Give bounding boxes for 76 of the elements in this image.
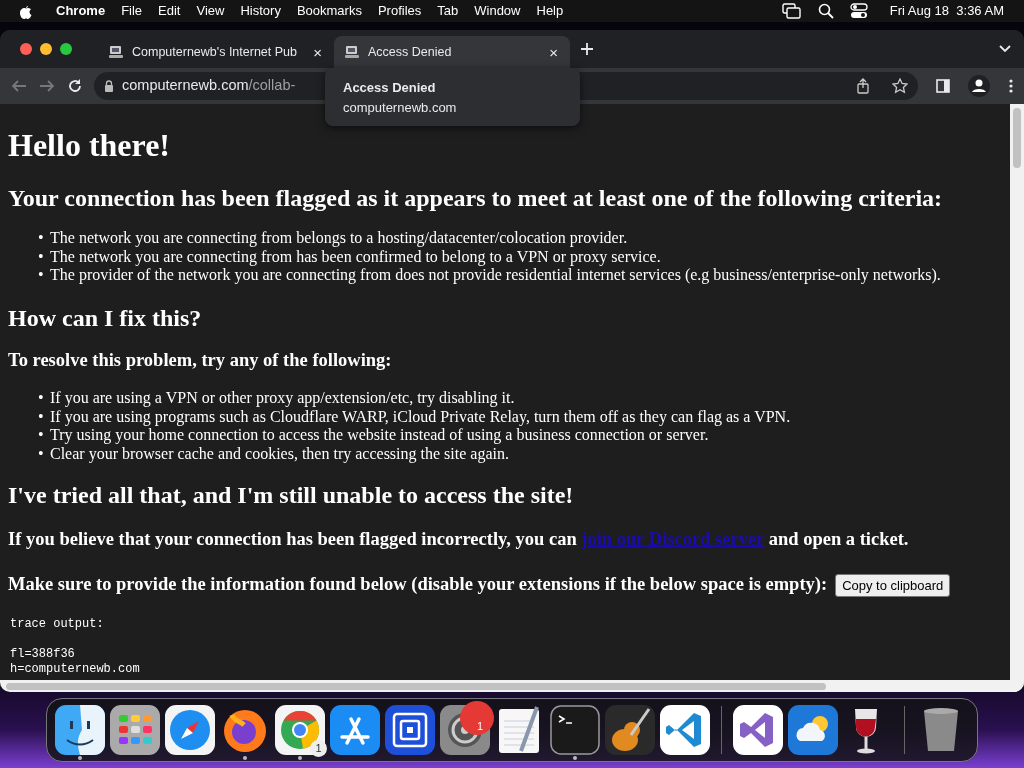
more-menu-icon[interactable]: [1008, 78, 1014, 94]
menu-item[interactable]: History: [232, 1, 289, 21]
copy-button[interactable]: Copy to clipboard: [835, 573, 951, 598]
list-item: If you are using programs such as Cloudflare WARP, iCloud Private Relay, turn them off as they can flag as a VPN.: [50, 407, 791, 427]
notification-badge: 1: [310, 740, 327, 757]
section-heading: How can I fix this?: [8, 304, 203, 334]
horizontal-scrollbar[interactable]: [0, 680, 1024, 692]
bookmark-star-icon[interactable]: [892, 78, 908, 94]
computer-icon: [108, 44, 124, 60]
bullet-marker: •: [38, 229, 45, 248]
section-heading: Your connection has been flagged as it appears to meet at least one of the following criteria:: [8, 184, 944, 214]
ticket-paragraph: If you believe that your connection has been flagged incorrectly, you can join our Discord server and open a ticket.: [8, 527, 910, 551]
trace-label: trace output:: [10, 617, 105, 633]
bullet-marker: •: [38, 247, 45, 266]
reload-icon[interactable]: [66, 77, 84, 95]
trace-line: fl=388f36: [10, 647, 76, 663]
smiling-face-icon[interactable]: [55, 705, 105, 755]
list-item: The network you are connecting from has been confirmed to belong to a VPN or proxy service.: [50, 247, 661, 266]
infinity-ribbon-icon[interactable]: [733, 705, 783, 755]
menu-item[interactable]: Window: [466, 1, 529, 21]
app-store-icon[interactable]: [330, 705, 380, 755]
instruction-text: Make sure to provide the information found below (disable your extensions if the below space is empty):: [8, 573, 828, 597]
apple-logo-icon[interactable]: [18, 3, 32, 19]
control-center-icon[interactable]: [849, 3, 868, 19]
menu-item[interactable]: Bookmarks: [288, 1, 370, 21]
back-icon[interactable]: [10, 78, 28, 94]
subheading: To resolve this problem, try any of the following:: [8, 349, 393, 372]
new-tab-icon[interactable]: [580, 42, 594, 56]
app-menu[interactable]: Chrome: [48, 1, 114, 21]
ribbon-cross-icon[interactable]: [660, 705, 710, 755]
bullet-marker: •: [38, 407, 45, 427]
menu-item[interactable]: Profiles: [369, 1, 430, 21]
profile-avatar-icon[interactable]: [968, 75, 990, 97]
menu-item[interactable]: Tab: [429, 1, 467, 21]
window-minimize-button[interactable]: [40, 43, 52, 55]
bullet-marker: •: [38, 265, 45, 285]
app-grid-icon[interactable]: [110, 705, 160, 755]
close-tab-button[interactable]: ×: [547, 44, 560, 60]
side-panel-icon[interactable]: [936, 79, 950, 93]
window-zoom-button[interactable]: [60, 43, 72, 55]
screen-mirroring-icon[interactable]: [781, 3, 802, 19]
chrome-logo-icon[interactable]: [275, 705, 325, 755]
menu-item[interactable]: View: [188, 1, 233, 21]
close-tab-button[interactable]: ×: [311, 44, 324, 60]
menu-item[interactable]: File: [113, 1, 151, 21]
tab-tooltip: Access Denied computernewb.com: [325, 68, 580, 126]
compass-icon[interactable]: [165, 705, 215, 755]
browser-tab[interactable]: Access Denied ×: [334, 36, 570, 68]
list-item: Clear your browser cache and cookies, then try accessing the site again.: [50, 444, 509, 463]
lock-icon: [104, 80, 114, 92]
list-item: The network you are connecting from belongs to a hosting/datacenter/colocation provider.: [50, 229, 628, 248]
window-close-button[interactable]: [20, 43, 32, 55]
menu-item[interactable]: Edit: [150, 1, 189, 21]
search-icon[interactable]: [817, 3, 834, 19]
trace-line: h=computernewb.com: [10, 662, 141, 678]
cloud-sun-icon[interactable]: [788, 705, 838, 755]
page-heading: Hello there!: [8, 126, 171, 165]
bullet-marker: •: [38, 426, 45, 445]
menubar-clock[interactable]: Fri Aug 18 3:36 AM: [881, 1, 1012, 21]
bullet-marker: •: [38, 444, 45, 463]
terminal-icon[interactable]: [550, 705, 600, 755]
list-item: If you are using a VPN or other proxy app/extension/etc, try disabling it.: [50, 389, 515, 408]
list-item: The provider of the network you are connecting from does not provide residential internet services (e.g business/enterprise-only networks).: [50, 265, 941, 285]
guitar-icon[interactable]: [605, 705, 655, 755]
list-item: Try using your home connection to access the website instead of using a business connection or server.: [50, 426, 709, 445]
menu-item[interactable]: Help: [528, 1, 572, 21]
tab-search-icon[interactable]: [998, 44, 1012, 54]
url-text: computernewb.com/collab-: [122, 76, 296, 96]
share-icon[interactable]: [856, 78, 870, 94]
forward-icon[interactable]: [38, 78, 56, 94]
notification-badge: 1: [460, 701, 494, 735]
nested-squares-icon[interactable]: [385, 705, 435, 755]
computer-icon: [344, 44, 360, 60]
bullet-marker: •: [38, 389, 45, 408]
browser-tab[interactable]: Computernewb's Internet Pub ×: [98, 36, 334, 68]
section-heading: I've tried all that, and I'm still unable to access the site!: [8, 480, 575, 510]
